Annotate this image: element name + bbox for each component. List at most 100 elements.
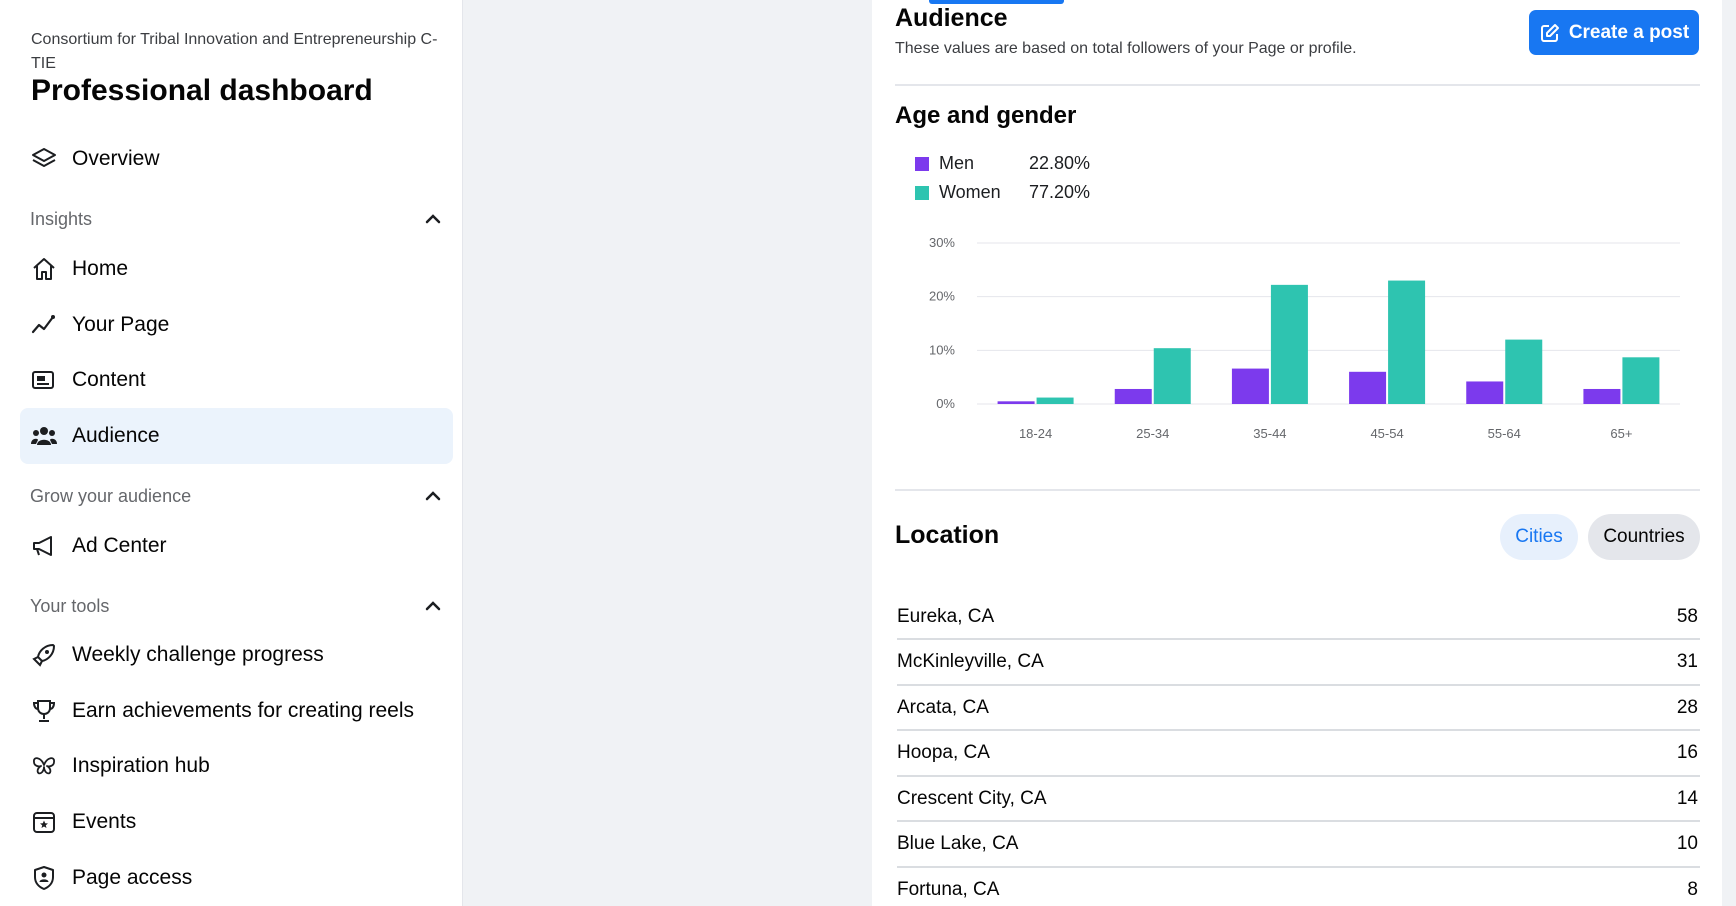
x-tick-label: 65+: [1610, 426, 1632, 441]
sidebar-item-audience[interactable]: Audience: [20, 408, 453, 464]
divider: [895, 84, 1700, 86]
bar-men-45-54[interactable]: [1349, 371, 1387, 404]
bar-women-65+[interactable]: [1622, 357, 1660, 404]
location-row: McKinleyville, CA 31: [897, 641, 1700, 686]
sidebar-item-home[interactable]: Home: [20, 241, 453, 297]
sidebar-item-your-page[interactable]: Your Page: [20, 297, 453, 353]
sidebar-item-inspiration-hub[interactable]: Inspiration hub: [20, 738, 453, 794]
age-gender-chart: 0% 10% 20% 30% 18-24 25-34 35-44 45-54 55-64 65+: [929, 235, 1680, 441]
sidebar-item-weekly-challenge[interactable]: Weekly challenge progress: [20, 627, 453, 683]
y-tick-label: 20%: [929, 289, 955, 304]
people-icon: [30, 422, 58, 450]
location-count: 10: [1676, 833, 1698, 854]
location-row: Eureka, CA 58: [897, 595, 1700, 640]
x-tick-label: 45-54: [1370, 426, 1403, 441]
organization-name: Consortium for Tribal Innovation and Ent…: [31, 31, 438, 72]
create-post-label: Create a post: [1568, 21, 1690, 43]
location-city: Eureka, CA: [897, 605, 995, 627]
content-icon: [30, 366, 58, 394]
sidebar-item-label: Events: [72, 810, 137, 833]
location-row: Arcata, CA 28: [897, 686, 1700, 731]
bar-men-35-44[interactable]: [1231, 368, 1269, 404]
section-label: Your tools: [30, 595, 110, 616]
legend-item-men: Men 22.80%: [915, 153, 1090, 174]
edit-icon: [1539, 22, 1561, 44]
sidebar-item-achievements[interactable]: Earn achievements for creating reels: [20, 683, 453, 739]
create-post-button[interactable]: Create a post: [1529, 10, 1699, 55]
chevron-up-icon[interactable]: [423, 209, 443, 229]
sidebar-item-label: Home: [72, 257, 129, 280]
trend-line-icon: [30, 311, 58, 339]
divider: [895, 489, 1700, 491]
bar-women-55-64[interactable]: [1505, 339, 1543, 404]
section-header-grow[interactable]: Grow your audience: [20, 478, 453, 514]
location-city: Crescent City, CA: [897, 787, 1047, 809]
sidebar-item-overview[interactable]: Overview: [20, 131, 453, 187]
background-gutter-right: [1722, 0, 1736, 906]
calendar-star-icon: [30, 808, 58, 836]
trophy-icon: [30, 697, 58, 725]
x-tick-label: 25-34: [1136, 426, 1169, 441]
tab-countries[interactable]: Countries: [1588, 514, 1700, 560]
bar-men-55-64[interactable]: [1466, 381, 1504, 404]
legend-swatch-women: [915, 185, 929, 200]
chevron-up-icon[interactable]: [423, 486, 443, 506]
chevron-up-icon[interactable]: [423, 596, 443, 616]
sidebar-item-events[interactable]: Events: [20, 794, 453, 850]
location-count: 14: [1676, 787, 1698, 809]
butterfly-icon: [30, 752, 58, 780]
sidebar-item-label: Audience: [72, 424, 160, 447]
section-header-insights[interactable]: Insights: [20, 201, 453, 237]
shield-person-icon: [30, 864, 58, 892]
legend-label: Women: [939, 182, 1001, 202]
location-count: 58: [1676, 605, 1698, 627]
section-label: Grow your audience: [30, 485, 192, 506]
location-city: Fortuna, CA: [897, 878, 1000, 900]
x-tick-label: 35-44: [1253, 426, 1286, 441]
bar-women-18-24[interactable]: [1036, 397, 1074, 404]
bar-men-65+[interactable]: [1583, 388, 1621, 404]
sidebar-item-label: Overview: [72, 147, 160, 170]
bar-women-35-44[interactable]: [1270, 284, 1308, 404]
bar-women-45-54[interactable]: [1388, 280, 1426, 404]
audience-title: Audience: [895, 4, 1008, 32]
legend-label: Men: [939, 153, 975, 173]
section-label: Insights: [30, 208, 93, 229]
y-tick-label: 30%: [929, 235, 955, 250]
sidebar-item-label: Weekly challenge progress: [72, 643, 324, 666]
x-tick-label: 18-24: [1019, 426, 1052, 441]
megaphone-icon: [30, 532, 58, 560]
location-city: Hoopa, CA: [897, 742, 990, 763]
x-tick-label: 55-64: [1488, 426, 1521, 441]
bar-men-25-34[interactable]: [1114, 388, 1152, 404]
bar-women-25-34[interactable]: [1153, 348, 1191, 404]
sidebar-item-label: Your Page: [72, 313, 170, 336]
rocket-icon: [30, 641, 58, 669]
bar-men-18-24[interactable]: [997, 401, 1035, 404]
section-header-tools[interactable]: Your tools: [20, 588, 453, 624]
tab-cities[interactable]: Cities: [1500, 514, 1578, 560]
y-tick-label: 0%: [936, 396, 955, 411]
location-row: Crescent City, CA 14: [897, 777, 1700, 822]
location-count: 16: [1676, 742, 1698, 763]
sidebar-item-label: Earn achievements for creating reels: [72, 699, 414, 722]
app-window: Consortium for Tribal Innovation and Ent…: [0, 0, 1736, 906]
audience-subtitle: These values are based on total follower…: [895, 40, 1357, 57]
home-icon: [30, 255, 58, 283]
sidebar-item-label: Inspiration hub: [72, 754, 210, 777]
page-title: Professional dashboard: [31, 74, 373, 107]
legend-value: 22.80%: [1029, 153, 1091, 173]
sidebar-item-ad-center[interactable]: Ad Center: [20, 518, 453, 574]
layers-icon: [30, 145, 58, 173]
legend-swatch-men: [915, 156, 929, 171]
background-gutter: [463, 0, 872, 906]
location-row: Fortuna, CA 8: [897, 868, 1700, 906]
location-city: McKinleyville, CA: [897, 651, 1044, 672]
location-city: Arcata, CA: [897, 696, 989, 718]
location-count: 28: [1676, 696, 1698, 718]
sidebar-item-content[interactable]: Content: [20, 352, 453, 408]
location-count: 31: [1676, 651, 1698, 672]
location-city: Blue Lake, CA: [897, 833, 1019, 854]
sidebar-item-page-access[interactable]: Page access: [20, 850, 453, 906]
location-count: 8: [1687, 878, 1698, 900]
